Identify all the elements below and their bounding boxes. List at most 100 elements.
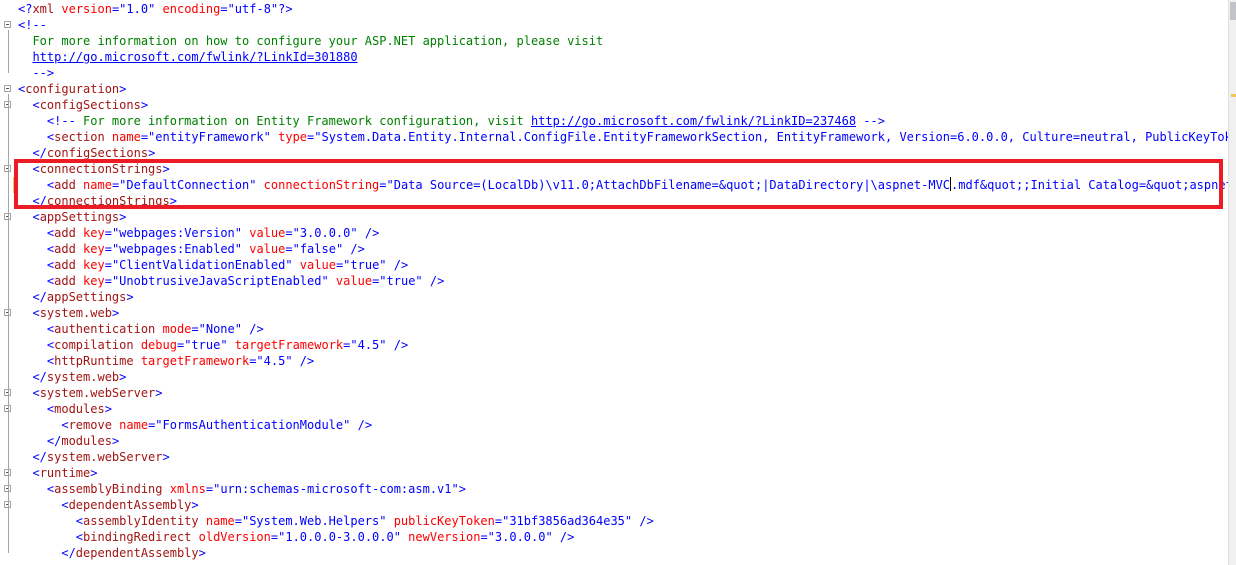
code-token: <: [18, 274, 55, 288]
code-token: </: [18, 146, 47, 160]
code-area[interactable]: <?xml version="1.0" encoding="utf-8"?> <!…: [0, 0, 1228, 565]
code-line[interactable]: <add key="webpages:Version" value="3.0.0…: [0, 225, 1228, 241]
code-text: <dependentAssembly>: [18, 497, 198, 513]
code-token: =": [191, 322, 206, 336]
code-line[interactable]: <add key="webpages:Enabled" value="false…: [0, 241, 1228, 257]
code-line[interactable]: For more information on how to configure…: [0, 33, 1228, 49]
code-token: appSettings: [39, 210, 120, 224]
code-link[interactable]: http://go.microsoft.com/fwlink/?LinkId=3…: [32, 50, 357, 64]
code-token: <: [18, 98, 40, 112]
code-token: <: [18, 418, 69, 432]
outline-guide: [8, 318, 9, 377]
code-line[interactable]: <!-- For more information on Entity Fram…: [0, 113, 1228, 129]
code-token: >: [119, 210, 127, 224]
code-token: 3.0.0.0: [299, 226, 351, 240]
code-line[interactable]: <compilation debug="true" targetFramewor…: [0, 337, 1228, 353]
code-line[interactable]: <assemblyIdentity name="System.Web.Helpe…: [0, 513, 1228, 529]
code-text: </appSettings>: [18, 289, 133, 305]
code-token: " />: [350, 226, 380, 240]
code-line[interactable]: <assemblyBinding xmlns="urn:schemas-micr…: [0, 481, 1228, 497]
code-line[interactable]: <configSections>: [0, 97, 1228, 113]
outline-guide: [8, 414, 9, 441]
code-token: </: [18, 194, 47, 208]
code-token: For more information on Entity Framework…: [75, 114, 531, 128]
code-line[interactable]: </appSettings>: [0, 289, 1228, 305]
code-editor[interactable]: <?xml version="1.0" encoding="utf-8"?> <!…: [0, 0, 1236, 565]
code-line[interactable]: <configuration>: [0, 81, 1228, 97]
code-text: <remove name="FormsAuthenticationModule"…: [18, 417, 372, 433]
code-line[interactable]: </configSections>: [0, 145, 1228, 161]
code-text: <add name="DefaultConnection" connection…: [18, 177, 1228, 193]
code-token: =": [270, 530, 286, 544]
code-text: <assemblyBinding xmlns="urn:schemas-micr…: [18, 481, 466, 497]
scrollbar-thumb[interactable]: [1230, 2, 1236, 20]
code-line[interactable]: <bindingRedirect oldVersion="1.0.0.0-3.0…: [0, 529, 1228, 545]
code-line[interactable]: </connectionStrings>: [0, 193, 1228, 209]
code-token: add: [54, 178, 76, 192]
code-token: >: [148, 146, 156, 160]
code-line[interactable]: </system.webServer>: [0, 449, 1228, 465]
code-text: <!--: [18, 17, 47, 33]
collapse-toggle-icon[interactable]: [4, 85, 11, 92]
code-token: key: [75, 274, 105, 288]
code-token: targetFramework: [133, 354, 250, 368]
code-token: =": [140, 130, 156, 144]
code-line[interactable]: <?xml version="1.0" encoding="utf-8"?>: [0, 1, 1228, 17]
code-line[interactable]: <authentication mode="None" />: [0, 321, 1228, 337]
code-line[interactable]: <add name="DefaultConnection" connection…: [0, 177, 1228, 193]
code-line[interactable]: <modules>: [0, 401, 1228, 417]
code-text: -->: [18, 65, 54, 81]
code-token: <: [18, 402, 55, 416]
code-line[interactable]: <add key="UnobtrusiveJavaScriptEnabled" …: [0, 273, 1228, 289]
code-text: <bindingRedirect oldVersion="1.0.0.0-3.0…: [18, 529, 575, 545]
code-line[interactable]: <dependentAssembly>: [0, 497, 1228, 513]
code-line[interactable]: <appSettings>: [0, 209, 1228, 225]
code-text: <?xml version="1.0" encoding="utf-8"?>: [18, 1, 293, 17]
code-token: DefaultConnection: [126, 178, 250, 192]
code-line[interactable]: <system.webServer>: [0, 385, 1228, 401]
code-link[interactable]: http://go.microsoft.com/fwlink/?LinkID=2…: [531, 114, 856, 128]
code-token: <: [18, 498, 69, 512]
code-line[interactable]: <section name="entityFramework" type="Sy…: [0, 129, 1228, 145]
code-token: ": [220, 338, 228, 352]
code-token: ClientValidationEnabled: [119, 258, 286, 272]
code-token: configSections: [46, 146, 149, 160]
code-token: System.Web.Helpers: [249, 514, 380, 528]
code-token: " />: [234, 322, 264, 336]
code-line[interactable]: <!--: [0, 17, 1228, 33]
code-token: =": [220, 2, 235, 16]
code-token: For more information on how to configure…: [18, 34, 604, 48]
vertical-scrollbar[interactable]: [1228, 0, 1236, 565]
code-text: <connectionStrings>: [18, 161, 169, 177]
code-token: ": [285, 258, 293, 272]
code-line[interactable]: <httpRuntime targetFramework="4.5" />: [0, 353, 1228, 369]
code-line[interactable]: http://go.microsoft.com/fwlink/?LinkId=3…: [0, 49, 1228, 65]
code-line[interactable]: <remove name="FormsAuthenticationModule"…: [0, 417, 1228, 433]
code-token: .mdf&quot;;Initial Catalog=&quot;aspnet-…: [951, 178, 1228, 192]
code-token: =": [234, 514, 250, 528]
code-token: <: [18, 466, 40, 480]
code-text: <system.webServer>: [18, 385, 162, 401]
code-line[interactable]: </system.web>: [0, 369, 1228, 385]
code-line[interactable]: <connectionStrings>: [0, 161, 1228, 177]
collapse-toggle-icon[interactable]: [4, 21, 11, 28]
code-token: UnobtrusiveJavaScriptEnabled: [119, 274, 322, 288]
code-token: " />: [545, 530, 575, 544]
code-token: <!--: [18, 114, 76, 128]
code-line[interactable]: <system.web>: [0, 305, 1228, 321]
code-token: name: [111, 418, 149, 432]
code-token: <: [18, 354, 55, 368]
code-line[interactable]: </modules>: [0, 433, 1228, 449]
code-line[interactable]: <add key="ClientValidationEnabled" value…: [0, 257, 1228, 273]
code-token: assemblyIdentity: [83, 514, 199, 528]
code-token: 31bf3856ad364e35: [509, 514, 625, 528]
code-token: </: [18, 434, 62, 448]
code-token: entityFramework: [155, 130, 264, 144]
code-token: =": [372, 274, 387, 288]
code-text: For more information on how to configure…: [18, 33, 603, 49]
code-token: =": [307, 130, 322, 144]
code-line[interactable]: -->: [0, 65, 1228, 81]
code-line[interactable]: <runtime>: [0, 465, 1228, 481]
code-line[interactable]: </dependentAssembly>: [0, 545, 1228, 561]
